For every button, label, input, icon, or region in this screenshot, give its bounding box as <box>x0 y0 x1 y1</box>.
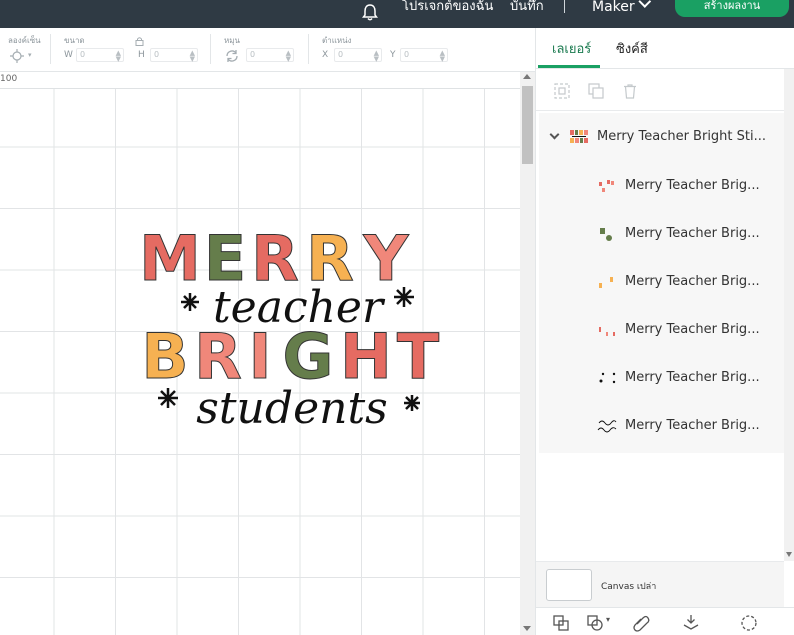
rotate-label: หมุน <box>224 36 241 45</box>
make-it-button[interactable]: สร้างผลงาน <box>675 0 789 17</box>
height-input[interactable]: 0 ▲ ▼ <box>150 48 198 63</box>
height-value: 0 <box>154 50 160 59</box>
layer-name: Merry Teacher Brig... <box>625 370 760 385</box>
layer-name: Merry Teacher Brig... <box>625 418 760 433</box>
toolbar-divider <box>210 34 211 64</box>
width-input[interactable]: 0 ▲ ▼ <box>76 48 124 63</box>
align-dropdown-icon[interactable]: ▾ <box>28 51 32 59</box>
top-header: โปรเจกต์ของฉัน บันทึก Maker สร้างผลงาน <box>0 0 794 28</box>
layer-row[interactable]: Merry Teacher Brig... <box>539 163 784 209</box>
layer-row[interactable]: Merry Teacher Brig... <box>539 355 784 401</box>
align-label: ลองค์เซ็น <box>8 36 41 45</box>
combine-icon[interactable] <box>586 614 604 632</box>
size-label: ขนาด <box>64 36 85 45</box>
canvas-scrollbar[interactable] <box>520 72 535 635</box>
layer-row[interactable]: Merry Teacher Brig... <box>539 211 784 257</box>
scrollbar-thumb[interactable] <box>522 86 533 164</box>
layers-panel: เลเยอร์ ซิงค์สี Merry Teacher Bright Sti… <box>535 28 794 635</box>
edit-toolbar: ลองค์เซ็น ▾ ขนาด W 0 ▲ ▼ H 0 ▲ ▼ หมุน 0 ▲ ▼ ตำ… <box>0 28 535 72</box>
chevron-down-icon[interactable] <box>549 129 560 140</box>
width-letter: W <box>64 50 73 60</box>
design-teacher-text: teacher <box>213 282 386 333</box>
toolbar-divider <box>308 34 309 64</box>
bell-icon[interactable] <box>360 3 380 23</box>
layer-actions-bar: ▾ <box>536 607 794 635</box>
red-letters-icon <box>599 180 614 192</box>
x-value: 0 <box>338 50 344 59</box>
pink-letters-icon <box>599 327 615 336</box>
width-value: 0 <box>80 50 86 59</box>
attach-icon[interactable] <box>632 614 650 632</box>
tab-color-sync[interactable]: ซิงค์สี <box>616 38 648 59</box>
height-letter: H <box>138 50 145 60</box>
layer-name: Merry Teacher Brig... <box>625 226 760 241</box>
rotate-icon[interactable] <box>224 48 240 64</box>
tab-layers[interactable]: เลเยอร์ <box>552 38 591 59</box>
design-artwork[interactable]: M E R R Y B R I G H T teacher students <box>130 205 450 436</box>
my-projects-link[interactable]: โปรเจกต์ของฉัน <box>402 0 493 16</box>
canvas-label: Canvas เปล่า <box>601 582 657 592</box>
combine-dropdown-icon[interactable]: ▾ <box>606 615 610 624</box>
chevron-down-icon <box>638 0 651 8</box>
stepper-arrows-icon[interactable]: ▲ ▼ <box>190 50 195 63</box>
machine-label: Maker <box>592 0 635 15</box>
scroll-up-icon[interactable] <box>523 74 531 79</box>
panel-scrollbar[interactable] <box>784 69 794 561</box>
blank-canvas-row[interactable]: Canvas เปล่า <box>536 561 784 607</box>
lock-icon[interactable] <box>135 36 144 46</box>
layer-row[interactable]: Merry Teacher Brig... <box>539 259 784 305</box>
bright-letter: T <box>397 320 439 393</box>
trash-icon[interactable] <box>622 83 638 99</box>
machine-selector[interactable]: Maker <box>592 0 651 15</box>
group-thumbnail <box>570 130 588 143</box>
design-students-text: students <box>196 383 387 434</box>
flatten-icon[interactable] <box>682 614 700 632</box>
layer-name: Merry Teacher Brig... <box>625 274 760 289</box>
slice-icon[interactable] <box>552 614 570 632</box>
x-input[interactable]: 0 ▲ ▼ <box>334 48 382 63</box>
scrollbar-thumb[interactable] <box>786 77 793 452</box>
layer-name: Merry Teacher Brig... <box>625 178 760 193</box>
layer-row[interactable]: Merry Teacher Brig... <box>539 403 784 449</box>
rotate-value: 0 <box>250 50 256 59</box>
header-separator <box>564 0 565 13</box>
snowflake-icon <box>599 372 616 384</box>
save-link[interactable]: บันทึก <box>510 0 544 16</box>
toolbar-divider <box>50 34 51 64</box>
stepper-arrows-icon[interactable]: ▲ ▼ <box>116 50 121 63</box>
rotate-input[interactable]: 0 ▲ ▼ <box>246 48 294 63</box>
stepper-arrows-icon[interactable]: ▲ ▼ <box>374 50 379 63</box>
layer-tools <box>536 69 784 111</box>
layer-list: Merry Teacher Bright Sti... Merry Teache… <box>539 113 784 453</box>
duplicate-icon[interactable] <box>588 83 604 99</box>
orange-letters-icon <box>599 277 613 288</box>
ruler-label: 100 <box>0 74 18 84</box>
merry-letter: M <box>139 222 201 295</box>
y-input[interactable]: 0 ▲ ▼ <box>400 48 448 63</box>
canvas-color-swatch[interactable] <box>546 569 592 601</box>
align-icon[interactable] <box>10 49 24 63</box>
script-text-icon <box>597 420 617 433</box>
stepper-arrows-icon[interactable]: ▲ ▼ <box>286 50 291 63</box>
contour-icon[interactable] <box>740 614 758 632</box>
layer-group-row[interactable]: Merry Teacher Bright Sti... <box>539 117 784 157</box>
scroll-down-icon[interactable] <box>523 626 531 631</box>
bright-letter: B <box>141 320 188 393</box>
layer-row[interactable]: Merry Teacher Brig... <box>539 307 784 353</box>
layer-name: Merry Teacher Brig... <box>625 322 760 337</box>
horizontal-ruler: 100 <box>0 72 520 89</box>
group-icon[interactable] <box>554 83 570 99</box>
position-label: ตำแหน่ง <box>322 36 352 45</box>
group-name: Merry Teacher Bright Sti... <box>597 129 767 144</box>
stepper-arrows-icon[interactable]: ▲ ▼ <box>440 50 445 63</box>
x-letter: X <box>322 50 329 60</box>
y-value: 0 <box>404 50 410 59</box>
y-letter: Y <box>390 50 396 60</box>
green-letters-icon <box>600 228 612 241</box>
scroll-down-icon[interactable] <box>786 552 792 557</box>
